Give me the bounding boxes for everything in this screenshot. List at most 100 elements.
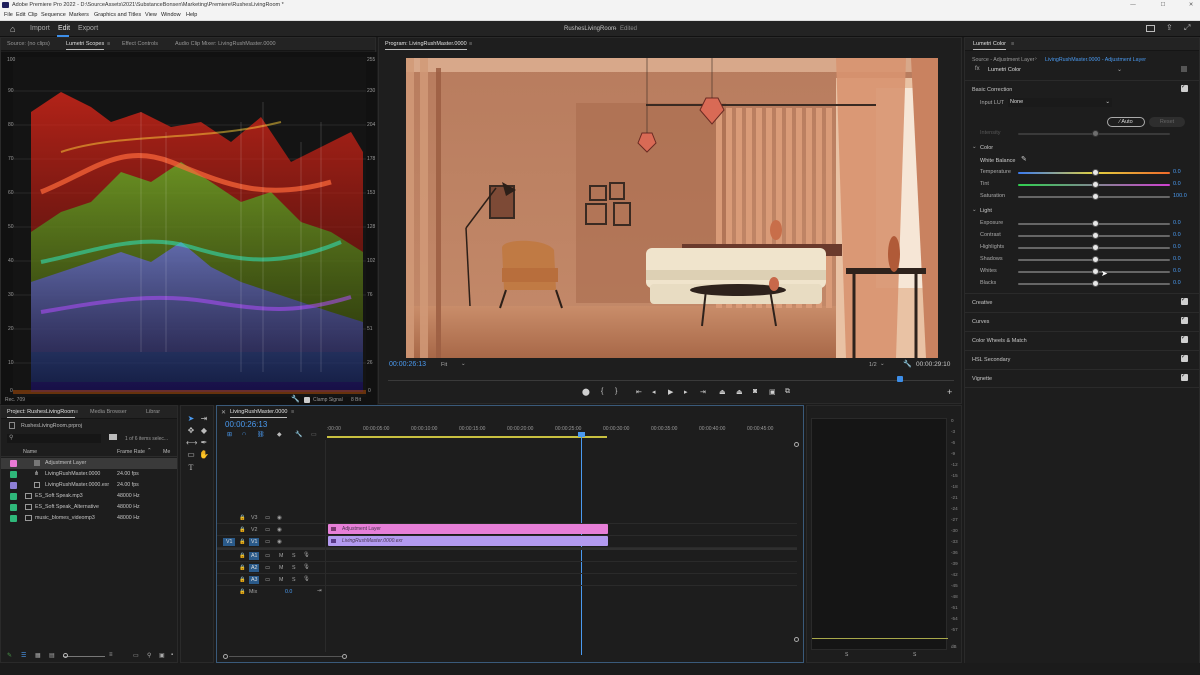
mute-button[interactable]: M <box>279 577 283 583</box>
tab-libraries[interactable]: Librar <box>146 406 160 419</box>
clamp-checkbox[interactable] <box>304 397 310 403</box>
linked-selection-icon[interactable]: ⛓ <box>257 431 265 438</box>
horizontal-scrollbar[interactable] <box>223 654 347 659</box>
lock-icon[interactable]: 🔒 <box>239 553 246 559</box>
effect-reset-icon[interactable] <box>1181 66 1187 72</box>
icon-view-icon[interactable]: ▦ <box>35 652 41 659</box>
menu-sequence[interactable]: Sequence <box>41 10 66 21</box>
reset-button[interactable]: Reset <box>1149 117 1185 127</box>
project-item[interactable]: ⋔ LivingRushMaster.0000 24.00 fps <box>1 469 177 480</box>
razor-tool-icon[interactable]: ◆ <box>199 426 209 436</box>
delete-icon[interactable]: ▪ <box>171 652 173 658</box>
sync-icon[interactable]: ▭ <box>265 539 270 545</box>
find-icon[interactable]: ⚲ <box>147 652 151 659</box>
solo-button[interactable]: S <box>292 553 296 559</box>
tab-import[interactable]: Import <box>30 21 50 37</box>
effect-toggle-icon[interactable]: fx <box>975 66 980 72</box>
share-icon[interactable]: ⇪ <box>1166 23 1173 32</box>
timeline-menu-icon[interactable]: ≡ <box>291 406 294 419</box>
scroll-handle-bottom[interactable] <box>794 637 799 642</box>
curves-section[interactable]: Curves <box>965 312 1200 331</box>
highlights-value[interactable]: 0.0 <box>1173 244 1181 250</box>
lock-icon[interactable]: 🔒 <box>239 539 246 545</box>
track-name-a1[interactable]: A1 <box>249 552 260 560</box>
temperature-value[interactable]: 0.0 <box>1173 169 1181 175</box>
program-menu-icon[interactable]: ≡ <box>469 38 472 51</box>
lock-icon[interactable]: 🔒 <box>239 565 246 571</box>
shadows-value[interactable]: 0.0 <box>1173 256 1181 262</box>
mic-icon[interactable]: 🎙 <box>303 564 310 570</box>
go-to-out-icon[interactable]: ⇥ <box>700 388 706 396</box>
go-to-in-icon[interactable]: ⇤ <box>636 388 642 396</box>
maximize-icon[interactable]: ☐ <box>1158 0 1168 10</box>
lock-icon[interactable]: 🔒 <box>239 577 246 583</box>
exposure-value[interactable]: 0.0 <box>1173 220 1181 226</box>
color-header[interactable]: Color <box>980 145 993 151</box>
selection-tool-icon[interactable]: ➤ <box>186 414 196 424</box>
menu-markers[interactable]: Markers <box>69 10 89 21</box>
solo-button[interactable]: S <box>292 565 296 571</box>
home-icon[interactable]: ⌂ <box>10 24 15 34</box>
extract-icon[interactable]: ⏏ <box>736 388 743 396</box>
zoom-track[interactable] <box>229 656 342 657</box>
timeline-settings-icon[interactable]: 🔧 <box>295 431 302 438</box>
wrench-icon[interactable]: 🔧 <box>291 395 300 403</box>
add-button-icon[interactable]: + <box>947 387 952 397</box>
quick-export-icon[interactable] <box>1146 25 1155 32</box>
slip-tool-icon[interactable]: ⟷ <box>186 438 197 448</box>
close-icon[interactable]: ✕ <box>1186 0 1196 10</box>
contrast-knob[interactable] <box>1092 232 1099 239</box>
project-menu-icon[interactable]: ≡ <box>75 406 78 419</box>
tab-effect-controls[interactable]: Effect Controls <box>122 38 158 51</box>
menu-help[interactable]: Help <box>186 10 197 21</box>
new-bin-icon[interactable] <box>109 434 117 440</box>
tint-value[interactable]: 0.0 <box>1173 181 1181 187</box>
project-item[interactable]: LivingRushMaster.0000.exr 24.00 fps <box>1 480 177 491</box>
tint-knob[interactable] <box>1092 181 1099 188</box>
fit-chevron-icon[interactable]: ⌄ <box>461 361 466 367</box>
contrast-value[interactable]: 0.0 <box>1173 232 1181 238</box>
track-select-tool-icon[interactable]: ⇥ <box>199 414 209 424</box>
saturation-value[interactable]: 100.0 <box>1173 193 1187 199</box>
timeline-timecode[interactable]: 00:00:26:13 <box>225 420 267 429</box>
scroll-handle-top[interactable] <box>794 442 799 447</box>
multi-camera-icon[interactable]: ⧉ <box>785 388 790 396</box>
exposure-knob[interactable] <box>1092 220 1099 227</box>
lumetri-target[interactable]: LivingRushMaster.0000 - Adjustment Layer <box>1045 57 1146 63</box>
whites-knob[interactable] <box>1092 268 1099 275</box>
vignette-section[interactable]: Vignette <box>965 369 1200 388</box>
pencil-icon[interactable]: ✎ <box>7 652 12 659</box>
bit-depth[interactable]: 8 Bit <box>351 397 361 403</box>
zoom-handle-left[interactable] <box>223 654 228 659</box>
resolution-dropdown[interactable]: 1/2 <box>869 362 877 368</box>
lumetri-title[interactable]: Lumetri Color <box>973 38 1007 51</box>
hand-tool-icon[interactable]: ✋ <box>199 450 209 460</box>
mix-value[interactable]: 0.0 <box>285 589 292 595</box>
freeform-view-icon[interactable]: ▤ <box>49 652 55 659</box>
color-chevron-icon[interactable]: ⌄ <box>972 144 977 150</box>
track-name-a2[interactable]: A2 <box>249 564 260 572</box>
intensity-knob[interactable] <box>1092 130 1099 137</box>
temperature-knob[interactable] <box>1092 169 1099 176</box>
curves-checkbox[interactable] <box>1181 315 1188 324</box>
program-video-frame[interactable] <box>406 58 938 358</box>
ripple-edit-tool-icon[interactable]: ✥ <box>186 426 196 436</box>
close-sequence-icon[interactable]: ✕ <box>221 409 226 416</box>
source-patch-v1[interactable]: V1 <box>223 538 236 546</box>
comparison-view-icon[interactable]: ▣ <box>769 388 776 396</box>
input-lut-dropdown[interactable]: None ⌄ <box>1008 98 1112 107</box>
auto-button[interactable]: ⁄ Auto <box>1107 117 1145 127</box>
sequence-tab[interactable]: LivingRushMaster.0000 <box>230 406 288 419</box>
list-view-icon[interactable]: ☰ <box>21 652 26 659</box>
eyedropper-icon[interactable]: ✎ <box>1021 155 1027 163</box>
captions-icon[interactable]: ▭ <box>311 431 317 438</box>
saturation-knob[interactable] <box>1092 193 1099 200</box>
work-area-bar[interactable] <box>327 436 607 438</box>
sync-icon[interactable]: ▭ <box>265 515 270 521</box>
project-item[interactable]: music_blomes_videomp3 48000 Hz <box>1 513 177 524</box>
hsl-secondary-checkbox[interactable] <box>1181 353 1188 362</box>
solo-right-button[interactable]: S <box>913 652 916 658</box>
project-item[interactable]: ES_Soft Speak_Alternative 48000 Hz <box>1 502 177 513</box>
zoom-slider[interactable] <box>63 656 105 657</box>
track-name-v1[interactable]: V1 <box>249 538 260 546</box>
